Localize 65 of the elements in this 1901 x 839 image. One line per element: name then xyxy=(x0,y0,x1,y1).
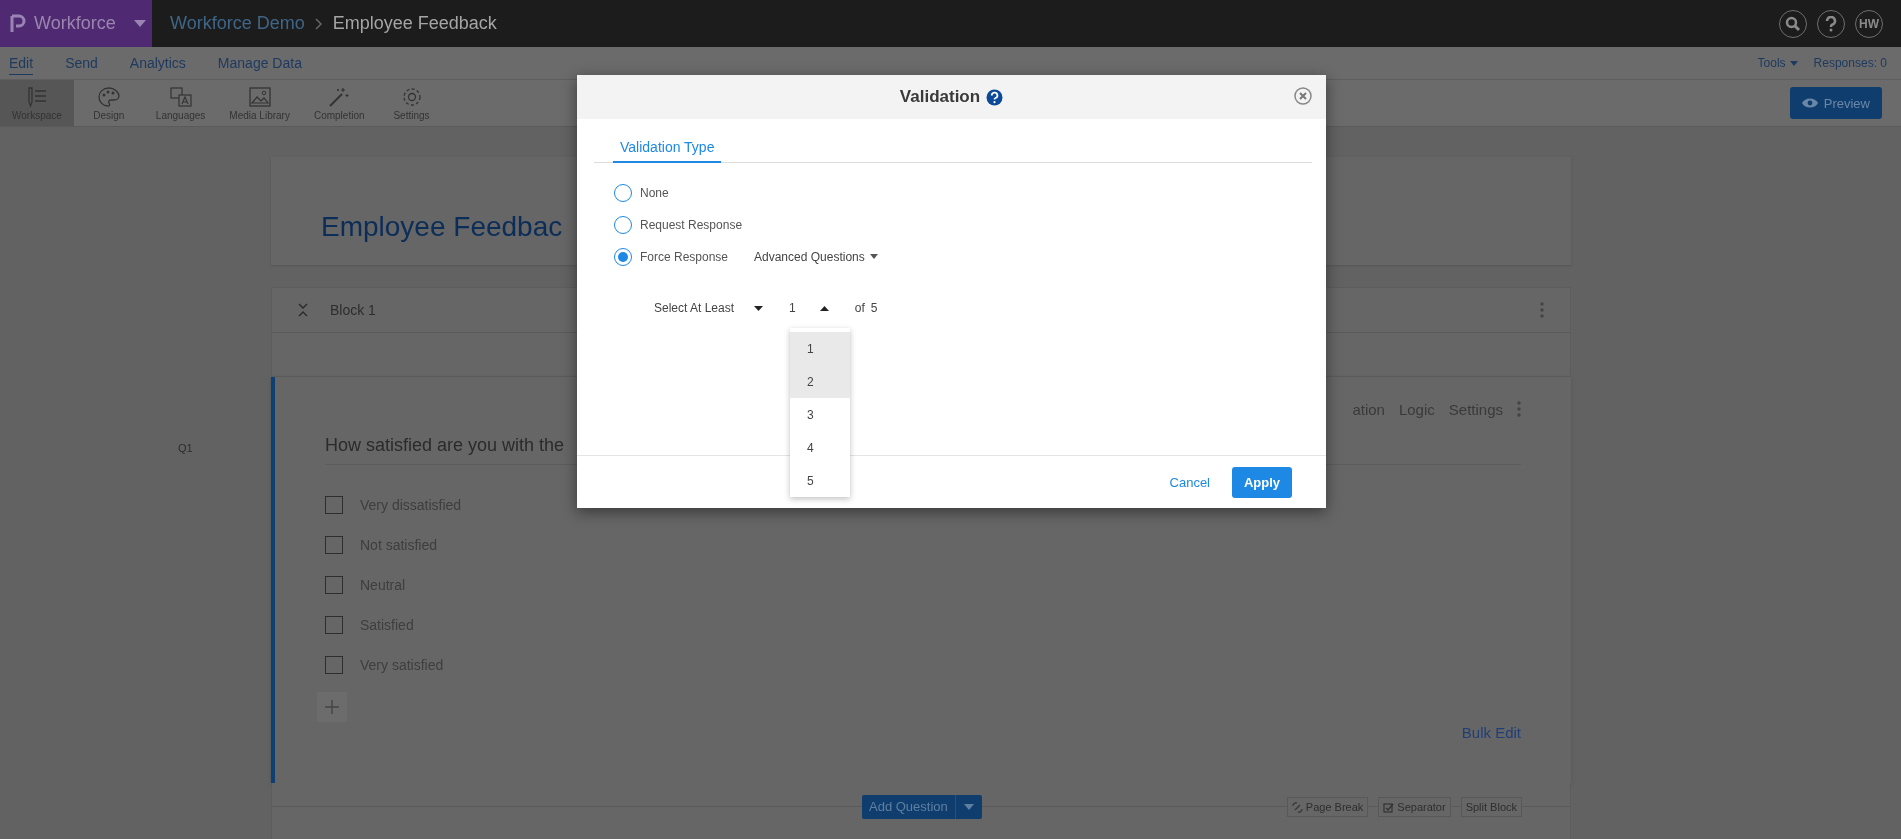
help-icon xyxy=(1824,15,1838,32)
tools-menu[interactable]: Tools xyxy=(1757,56,1798,70)
collapse-icon[interactable] xyxy=(298,303,308,317)
add-choice-button[interactable] xyxy=(317,692,347,722)
media-icon xyxy=(247,85,272,108)
more-icon[interactable] xyxy=(1540,302,1544,318)
link-break-icon xyxy=(1291,801,1303,813)
logo-icon xyxy=(10,13,26,34)
checkbox[interactable] xyxy=(325,576,343,594)
dialog-tab[interactable]: Validation Type xyxy=(613,139,722,163)
checkbox[interactable] xyxy=(325,496,343,514)
page-title: Employee Feedback xyxy=(332,13,497,34)
caret-icon xyxy=(869,254,878,259)
survey-title: Employee Feedbac xyxy=(321,211,563,243)
design-icon xyxy=(96,85,121,108)
response-count: Responses: 0 xyxy=(1813,56,1887,70)
preview-button[interactable]: Preview xyxy=(1789,87,1882,119)
bulk-edit-link[interactable]: Bulk Edit xyxy=(1461,724,1521,741)
advanced-questions-menu[interactable]: Advanced Questions xyxy=(754,249,878,264)
select-mode-dropdown[interactable]: Select At Least xyxy=(654,301,764,315)
close-icon xyxy=(1294,87,1312,105)
product-name: Workforce xyxy=(34,13,116,34)
of-label: of xyxy=(854,301,865,315)
radio-label: Force Response xyxy=(640,249,730,264)
help-icon[interactable] xyxy=(986,88,1004,106)
apply-button[interactable]: Apply xyxy=(1232,466,1292,498)
dropdown-option[interactable]: 3 xyxy=(790,398,850,431)
count-dropdown[interactable]: 1 xyxy=(789,301,829,315)
eye-icon xyxy=(1801,98,1818,108)
more-icon[interactable] xyxy=(1517,401,1521,417)
menu-tab[interactable]: Manage Data xyxy=(217,51,302,75)
dropdown-option[interactable]: 5 xyxy=(790,464,850,497)
caret-icon xyxy=(1789,60,1798,66)
checkbox[interactable] xyxy=(325,616,343,634)
block-action-button[interactable]: Page Break xyxy=(1286,797,1369,817)
cancel-button[interactable]: Cancel xyxy=(1169,474,1210,490)
radio-label: None xyxy=(640,185,670,200)
menu-tab[interactable]: Edit xyxy=(9,51,34,75)
caret-down-icon xyxy=(754,305,764,311)
radio-label: Request Response xyxy=(640,217,743,232)
search-icon xyxy=(1785,15,1801,32)
chevron-icon xyxy=(314,17,323,30)
block-action-button[interactable]: Separator xyxy=(1378,797,1451,817)
dialog-title: Validation xyxy=(899,87,981,107)
total-count: 5 xyxy=(870,301,878,315)
dropdown-option[interactable]: 2 xyxy=(790,365,850,398)
caret-up-icon xyxy=(819,305,829,311)
plus-icon xyxy=(324,699,340,715)
breadcrumb-link[interactable]: Workforce Demo xyxy=(170,13,305,34)
menu-tab[interactable]: Analytics xyxy=(129,51,186,75)
block-action-button[interactable]: Split Block xyxy=(1460,797,1522,817)
completion-icon xyxy=(327,85,352,108)
checkbox[interactable] xyxy=(325,656,343,674)
caret-icon xyxy=(133,19,146,28)
product-switcher[interactable]: Workforce xyxy=(0,0,152,47)
checkbox[interactable] xyxy=(325,536,343,554)
dropdown-option[interactable]: 1 xyxy=(790,332,850,365)
checkbox-icon xyxy=(1383,801,1395,813)
languages-icon xyxy=(168,85,193,108)
block-title: Block 1 xyxy=(330,302,376,318)
close-button[interactable] xyxy=(1294,87,1312,105)
dropdown-option[interactable]: 4 xyxy=(790,431,850,464)
menu-tab[interactable]: Send xyxy=(65,51,98,75)
add-question-button[interactable]: Add Question xyxy=(862,795,982,819)
caret-icon[interactable] xyxy=(963,804,974,810)
